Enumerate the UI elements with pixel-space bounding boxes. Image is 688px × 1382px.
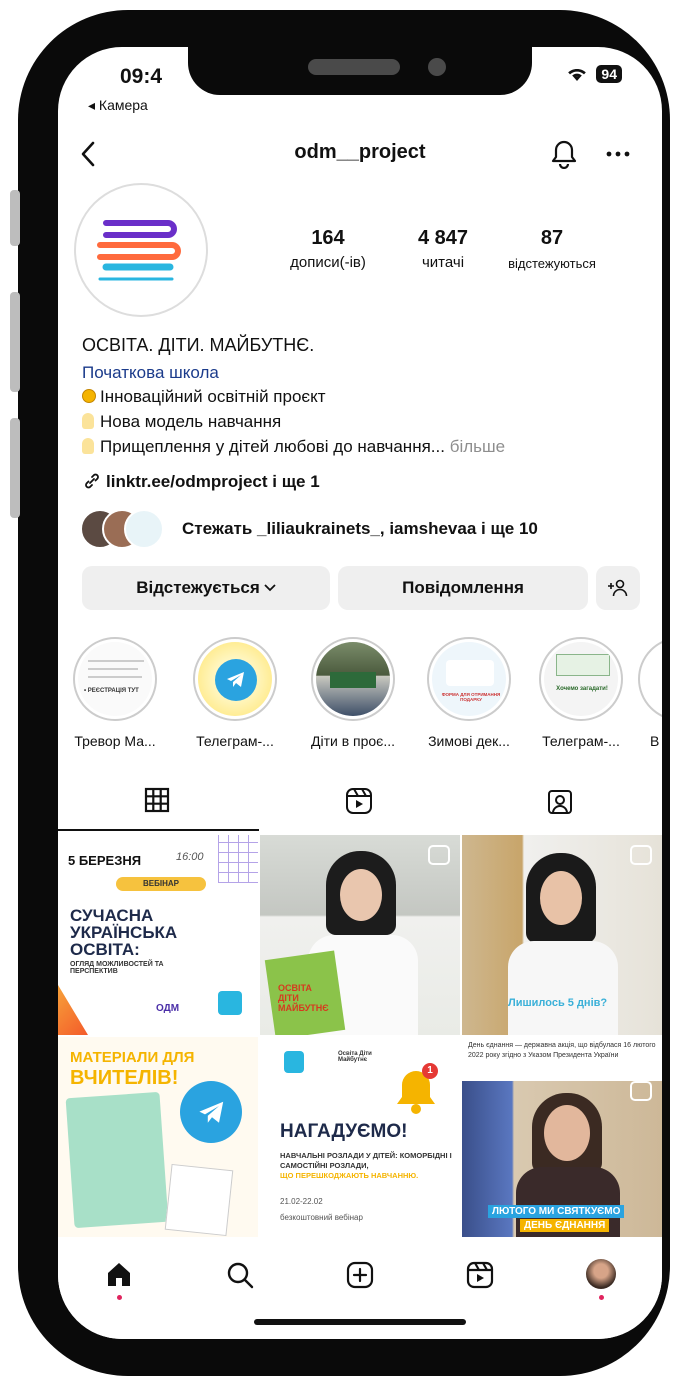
home-indicator [254,1319,466,1325]
status-icons: 94 [566,65,622,83]
post-materials[interactable]: МАТЕРІАЛИ ДЛЯ ВЧИТЕЛІВ! [58,1037,258,1237]
post-video-days-left[interactable]: Лишилось 5 днів? [462,835,662,1035]
front-camera [428,58,446,76]
profile-avatar[interactable] [74,183,208,317]
medal-icon [82,389,96,403]
highlight-kids-project[interactable]: Діти в проє... [298,637,408,749]
bio-line-1: Інноваційний освітній проєкт [82,387,326,407]
highlight-partial[interactable]: В [638,637,662,749]
bio-line-2: Нова модель навчання [82,412,281,432]
post-unity-day[interactable]: День єднання — державна акція, що відбул… [462,1037,662,1237]
mutual-followers-avatars[interactable] [80,509,164,549]
profile-category: Початкова школа [82,363,219,382]
home-activity-dot [117,1295,122,1300]
tab-reels[interactable] [259,765,460,833]
post-reminder[interactable]: Освіта Діти Майбутнє 1 НАГАДУЄМО! НАВЧАЛ… [260,1037,460,1237]
profile-tabs [58,765,662,833]
odm-logo-icon [97,220,181,281]
bottom-nav [58,1237,662,1339]
mutual-followers-text[interactable]: Стежать _liliaukrainets_, iamshevaa і ще… [182,519,538,539]
posts-count[interactable]: 164 дописи(-ів) [278,227,378,271]
notch [188,47,532,95]
suggested-users-button[interactable] [596,566,640,610]
reels-icon [346,788,372,814]
search-icon[interactable] [226,1261,254,1289]
highlight-winter[interactable]: ФОРМА ДЛЯ ОТРИМАННЯ ПОДАРКУ Зимові дек..… [414,637,524,749]
more-options-icon[interactable] [606,151,630,157]
speaker [308,59,400,75]
back-to-camera-link[interactable]: ◂ Камера [88,97,148,114]
lightbulb-icon [82,413,94,429]
volume-up-button [10,292,20,392]
lightbulb-icon [82,438,94,454]
chevron-down-icon [264,584,276,592]
highlight-telegram-1[interactable]: Телеграм-... [180,637,290,749]
profile-activity-dot [599,1295,604,1300]
new-post-icon[interactable] [346,1261,374,1289]
home-icon[interactable] [106,1261,132,1287]
followers-count[interactable]: 4 847 читачі [398,227,488,271]
status-time: 09:4 [120,65,163,88]
following-button[interactable]: Відстежується [82,566,330,610]
tagged-user-icon [548,790,572,814]
message-button[interactable]: Повідомлення [338,566,588,610]
bio-more-link[interactable]: більше [450,437,505,456]
post-video-teacher[interactable]: ОСВІТА ДІТИ МАЙБУТНЄ [260,835,460,1035]
reel-icon [630,845,652,865]
screen: 09:4 ◂ Камера 94 odm__project 164 дописи(… [58,47,662,1339]
battery-indicator: 94 [596,65,622,83]
notification-count-badge: 1 [422,1063,438,1079]
highlight-trevor[interactable]: • РЕЄСТРАЦІЯ ТУТ Тревор Ма... [60,637,170,749]
following-count[interactable]: 87 відстежуються [492,227,612,271]
tab-tagged[interactable] [460,765,662,833]
grid-icon [144,787,170,813]
post-webinar[interactable]: 5 БЕРЕЗНЯ 16:00 ВЕБІНАР СУЧАСНА УКРАЇНСЬ… [58,835,258,1035]
silent-switch [10,190,20,246]
add-person-icon [608,579,628,597]
link-icon [85,473,99,489]
profile-avatar-tab[interactable] [586,1259,616,1289]
notification-bell-icon[interactable] [550,139,578,169]
profile-name: ОСВІТА. ДІТИ. МАЙБУТНЄ. [82,335,315,355]
wifi-icon [568,69,587,81]
volume-down-button [10,418,20,518]
tab-grid[interactable] [58,765,259,833]
reel-icon [630,1081,652,1101]
highlight-telegram-2[interactable]: Хочемо загадати! Телеграм-... [526,637,636,749]
profile-header: odm__project [58,127,662,177]
bio-link[interactable]: linktr.ee/odmproject і ще 1 [82,471,320,492]
reels-icon[interactable] [466,1261,494,1289]
avatar [124,509,164,549]
reel-icon [428,845,450,865]
bio-line-3: Прищеплення у дітей любові до навчання..… [82,437,505,457]
